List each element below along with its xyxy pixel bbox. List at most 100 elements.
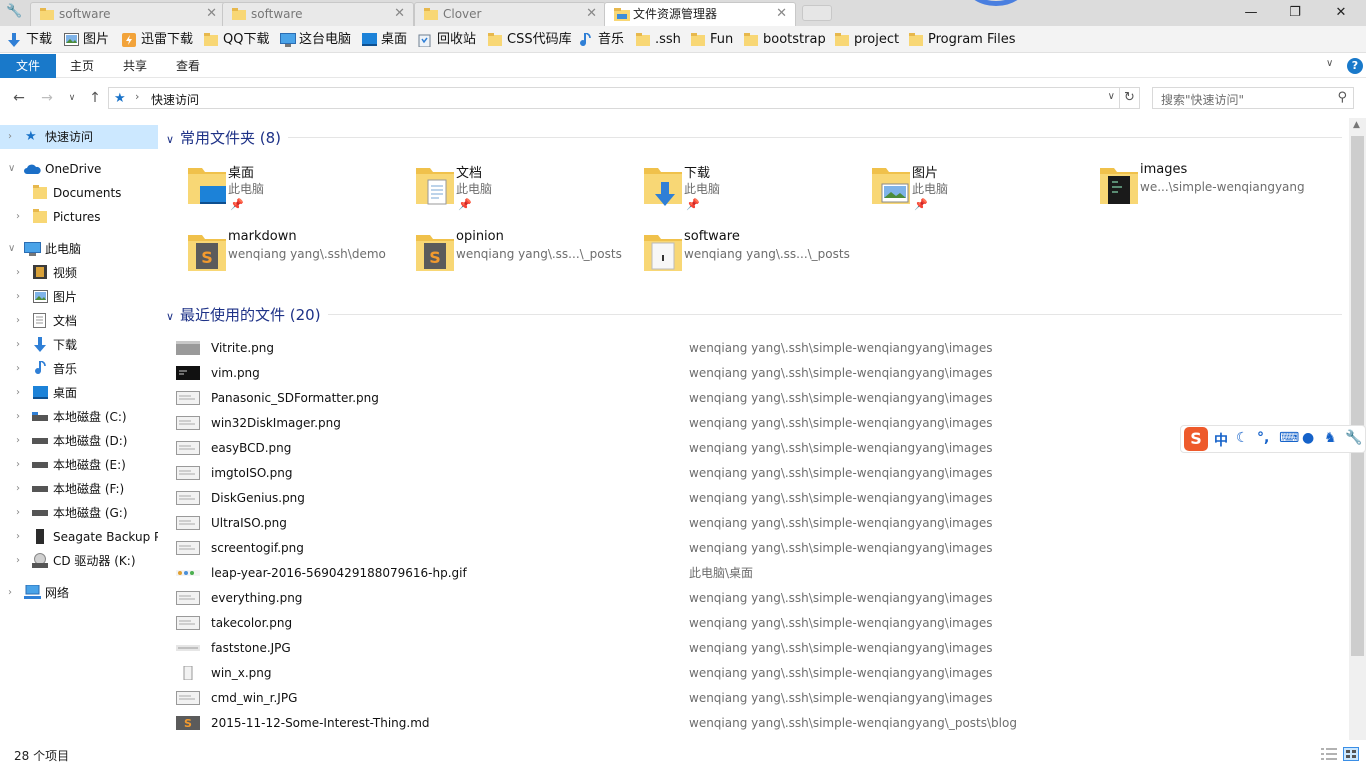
bookmark-qq-downloads[interactable]: QQ下载 [204,30,269,50]
tab-close-icon[interactable]: ✕ [586,3,597,25]
list-item[interactable]: faststone.JPG wenqiang yang\.ssh\simple-… [176,636,1326,661]
details-view-icon[interactable] [1321,747,1337,761]
folder-tile-downloads[interactable]: 下载 此电脑 📌 [638,162,864,218]
refresh-icon[interactable]: ↻ [1120,87,1140,109]
folder-tile-images[interactable]: images we...\simple-wenqiangyang [1094,162,1348,218]
nav-quick-access[interactable]: › ★ 快速访问 [0,125,158,149]
wrench-icon[interactable]: 🔧 [6,4,22,20]
nav-documents-pc[interactable]: › 文档 [0,309,158,333]
nav-drive-f[interactable]: › 本地磁盘 (F:) [0,477,158,501]
list-item[interactable]: takecolor.png wenqiang yang\.ssh\simple-… [176,611,1326,636]
recent-files-header[interactable]: ∨ 最近使用的文件 (20) [166,304,321,326]
back-arrow-icon[interactable]: ← [9,88,29,108]
folder-tile-opinion[interactable]: S opinion wenqiang yang\.ss...\_posts [410,229,636,285]
tab-software-1[interactable]: software ✕ [30,2,226,26]
nav-downloads[interactable]: › 下载 [0,333,158,357]
list-item[interactable]: win_x.png wenqiang yang\.ssh\simple-wenq… [176,661,1326,686]
collapse-chevron-icon[interactable]: ∨ [166,310,180,323]
sogou-logo-icon[interactable]: S [1184,427,1208,451]
user-icon[interactable]: ● [1302,430,1314,446]
tab-home[interactable]: 主页 [70,54,94,78]
nav-onedrive[interactable]: ∨ OneDrive [0,157,158,181]
expand-ribbon-icon[interactable]: ∨ [1326,58,1333,69]
nav-network[interactable]: › 网络 [0,581,158,605]
forward-arrow-icon[interactable]: → [37,88,57,108]
list-item[interactable]: win32DiskImager.png wenqiang yang\.ssh\s… [176,411,1326,436]
bookmark-ssh[interactable]: .ssh [636,30,681,50]
bookmark-recycle-bin[interactable]: 回收站 [418,30,476,50]
nav-cd-drive[interactable]: › CD 驱动器 (K:) [0,549,158,573]
nav-drive-g[interactable]: › 本地磁盘 (G:) [0,501,158,525]
list-item[interactable]: screentogif.png wenqiang yang\.ssh\simpl… [176,536,1326,561]
tab-close-icon[interactable]: ✕ [776,3,787,25]
restore-button[interactable]: ❐ [1272,0,1318,26]
list-item[interactable]: everything.png wenqiang yang\.ssh\simple… [176,586,1326,611]
minimize-button[interactable]: — [1228,0,1274,26]
close-button[interactable]: ✕ [1318,0,1364,26]
bookmark-fun[interactable]: Fun [691,30,733,50]
new-tab-button[interactable] [802,5,832,21]
nav-drive-c[interactable]: › 本地磁盘 (C:) [0,405,158,429]
bookmark-bootstrap[interactable]: bootstrap [744,30,826,50]
breadcrumb-quick-access[interactable]: 快速访问 [151,91,199,108]
tab-view[interactable]: 查看 [176,54,200,78]
address-bar[interactable]: ★ › 快速访问 ∨ [108,87,1120,109]
nav-seagate-backup[interactable]: › Seagate Backup P [0,525,158,549]
address-dropdown-icon[interactable]: ∨ [1108,91,1115,102]
bookmark-downloads[interactable]: 下载 [7,30,52,50]
tab-file-explorer[interactable]: 文件资源管理器 ✕ [604,2,796,27]
folder-tile-desktop[interactable]: 桌面 此电脑 📌 [182,162,408,218]
bookmark-pictures[interactable]: 图片 [64,30,109,50]
scrollbar-thumb[interactable] [1351,136,1364,656]
punctuation-icon[interactable]: °, [1257,430,1269,446]
expand-chevron-icon[interactable]: ∨ [8,157,15,181]
list-item[interactable]: UltraISO.png wenqiang yang\.ssh\simple-w… [176,511,1326,536]
breadcrumb-separator-icon[interactable]: › [135,90,139,103]
nav-drive-d[interactable]: › 本地磁盘 (D:) [0,429,158,453]
collapse-chevron-icon[interactable]: ∨ [166,133,180,146]
nav-desktop[interactable]: › 桌面 [0,381,158,405]
list-item[interactable]: leap-year-2016-5690429188079616-hp.gif 此… [176,561,1326,586]
nav-pictures-onedrive[interactable]: › Pictures [0,205,158,229]
bookmark-this-pc[interactable]: 这台电脑 [280,30,351,50]
search-input[interactable]: 搜索"快速访问" ⚲ [1152,87,1354,109]
skin-shirt-icon[interactable]: ♞ [1324,430,1337,446]
folder-tile-documents[interactable]: 文档 此电脑 📌 [410,162,636,218]
keyboard-icon[interactable]: ⌨ [1279,430,1299,446]
list-item[interactable]: S 2015-11-12-Some-Interest-Thing.md wenq… [176,711,1326,736]
list-item[interactable]: cmd_win_r.JPG wenqiang yang\.ssh\simple-… [176,686,1326,711]
tab-share[interactable]: 共享 [123,54,147,78]
bookmark-music[interactable]: 音乐 [579,30,624,50]
up-arrow-icon[interactable]: ↑ [85,88,105,108]
tab-file[interactable]: 文件 [0,54,56,78]
nav-drive-e[interactable]: › 本地磁盘 (E:) [0,453,158,477]
expand-chevron-icon[interactable]: ∨ [8,237,15,261]
bookmark-desktop[interactable]: 桌面 [362,30,407,50]
tab-close-icon[interactable]: ✕ [394,3,405,25]
bookmark-thunder[interactable]: 迅雷下载 [122,30,193,50]
list-item[interactable]: Panasonic_SDFormatter.png wenqiang yang\… [176,386,1326,411]
list-item[interactable]: DiskGenius.png wenqiang yang\.ssh\simple… [176,486,1326,511]
half-width-moon-icon[interactable]: ☾ [1236,430,1249,446]
frequent-folders-header[interactable]: ∨ 常用文件夹 (8) [166,127,281,149]
nav-documents[interactable]: Documents [0,181,158,205]
nav-this-pc[interactable]: ∨ 此电脑 [0,237,158,261]
tab-software-2[interactable]: software ✕ [222,2,414,26]
nav-music[interactable]: › 音乐 [0,357,158,381]
scroll-up-icon[interactable]: ▲ [1353,120,1360,130]
folder-tile-markdown[interactable]: S markdown wenqiang yang\.ssh\demo [182,229,408,285]
tab-clover[interactable]: Clover ✕ [414,2,606,26]
large-icons-view-icon[interactable] [1343,747,1359,761]
tab-close-icon[interactable]: ✕ [206,3,217,25]
list-item[interactable]: vim.png wenqiang yang\.ssh\simple-wenqia… [176,361,1326,386]
list-item[interactable]: imgtoISO.png wenqiang yang\.ssh\simple-w… [176,461,1326,486]
bookmark-project[interactable]: project [835,30,899,50]
ime-mode-toggle[interactable]: 中 [1214,430,1228,450]
list-item[interactable]: Vitrite.png wenqiang yang\.ssh\simple-we… [176,336,1326,361]
help-icon[interactable]: ? [1347,58,1363,74]
folder-tile-pictures[interactable]: 图片 此电脑 📌 [866,162,1092,218]
recent-locations-chevron-icon[interactable]: ∨ [62,88,82,108]
settings-wrench-icon[interactable]: 🔧 [1345,430,1362,446]
list-item[interactable]: easyBCD.png wenqiang yang\.ssh\simple-we… [176,436,1326,461]
bookmark-program-files[interactable]: Program Files [909,30,1016,50]
